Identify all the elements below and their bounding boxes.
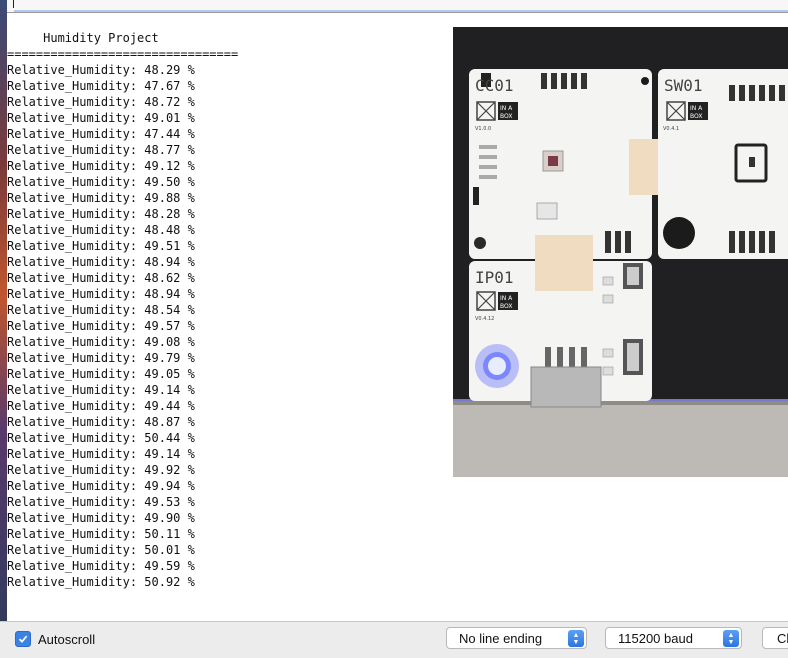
dropdown-stepper-icon: ▲ ▼ [723,630,739,647]
output-line: Relative_Humidity: 49.59 % [7,559,195,573]
output-line: Relative_Humidity: 49.50 % [7,175,195,189]
output-title-line: Humidity Project [7,31,159,45]
output-line: Relative_Humidity: 49.44 % [7,399,195,413]
autoscroll-checkbox[interactable] [15,631,31,647]
output-line: Relative_Humidity: 49.88 % [7,191,195,205]
output-line: Relative_Humidity: 48.94 % [7,255,195,269]
output-line: Relative_Humidity: 49.08 % [7,335,195,349]
checkmark-icon [18,635,28,643]
output-line: Relative_Humidity: 48.72 % [7,95,195,109]
output-line: Relative_Humidity: 48.28 % [7,207,195,221]
ip01-label: IP01 [475,268,514,287]
output-line: Relative_Humidity: 49.79 % [7,351,195,365]
ip01-brand-text: IN A [500,295,513,302]
hardware-photo: CC01 IN A BOX V1.0.0 SW01 IN A BOX V0.4.… [453,27,788,477]
line-ending-value: No line ending [459,631,543,646]
line-ending-select[interactable]: No line ending ▲ ▼ [446,627,587,649]
input-focus-ring [14,10,788,12]
ip01-brand-text-2: BOX [500,303,512,310]
output-line: Relative_Humidity: 48.54 % [7,303,195,317]
output-line: Relative_Humidity: 50.92 % [7,575,195,589]
output-line: Relative_Humidity: 49.05 % [7,367,195,381]
clear-output-label: Cl [777,631,788,646]
baud-rate-select[interactable]: 115200 baud ▲ ▼ [605,627,742,649]
cc01-version: V1.0.0 [475,126,491,132]
output-line: Relative_Humidity: 48.48 % [7,223,195,237]
sw01-version: V0.4.1 [663,126,679,132]
serial-output-area[interactable]: Humidity Project ========================… [7,13,788,621]
output-line: Relative_Humidity: 49.57 % [7,319,195,333]
baud-rate-value: 115200 baud [618,631,693,646]
ip01-version: V0.4.12 [475,316,494,322]
dropdown-stepper-icon: ▲ ▼ [568,630,584,647]
sw01-brand-text-2: BOX [690,113,702,120]
cc01-label: CC01 [475,76,514,95]
desktop-background [0,0,7,657]
output-line: Relative_Humidity: 49.90 % [7,511,195,525]
output-line: Relative_Humidity: 49.12 % [7,159,195,173]
output-line: Relative_Humidity: 49.01 % [7,111,195,125]
output-line: Relative_Humidity: 49.53 % [7,495,195,509]
output-line: Relative_Humidity: 48.62 % [7,271,195,285]
autoscroll-label: Autoscroll [38,631,96,647]
output-line: Relative_Humidity: 50.11 % [7,527,195,541]
output-line: Relative_Humidity: 50.44 % [7,431,195,445]
output-line: Relative_Humidity: 49.51 % [7,239,195,253]
output-line: Relative_Humidity: 48.87 % [7,415,195,429]
output-line: Relative_Humidity: 50.01 % [7,543,195,557]
serial-output-text: Humidity Project ========================… [7,30,238,590]
sw01-brand-text: IN A [690,105,703,112]
output-line: Relative_Humidity: 47.44 % [7,127,195,141]
output-line: Relative_Humidity: 49.92 % [7,463,195,477]
cc01-brand-text-2: BOX [500,113,512,120]
autoscroll-toggle[interactable]: Autoscroll [15,631,95,647]
output-line: Relative_Humidity: 49.94 % [7,479,195,493]
output-line: Relative_Humidity: 48.77 % [7,143,195,157]
output-line: Relative_Humidity: 49.14 % [7,447,195,461]
output-separator-line: ================================ [7,47,239,61]
output-line: Relative_Humidity: 47.67 % [7,79,195,93]
output-line: Relative_Humidity: 48.94 % [7,287,195,301]
clear-output-button[interactable]: Cl [762,627,788,649]
sw01-label: SW01 [664,76,703,95]
output-line: Relative_Humidity: 49.14 % [7,383,195,397]
cc01-brand-text: IN A [500,105,513,112]
serial-input-field[interactable] [7,0,788,13]
led-icon [488,357,506,375]
serial-monitor-toolbar: Autoscroll No line ending ▲ ▼ 115200 baud… [0,621,788,658]
output-line: Relative_Humidity: 48.29 % [7,63,195,77]
text-caret [13,0,14,8]
